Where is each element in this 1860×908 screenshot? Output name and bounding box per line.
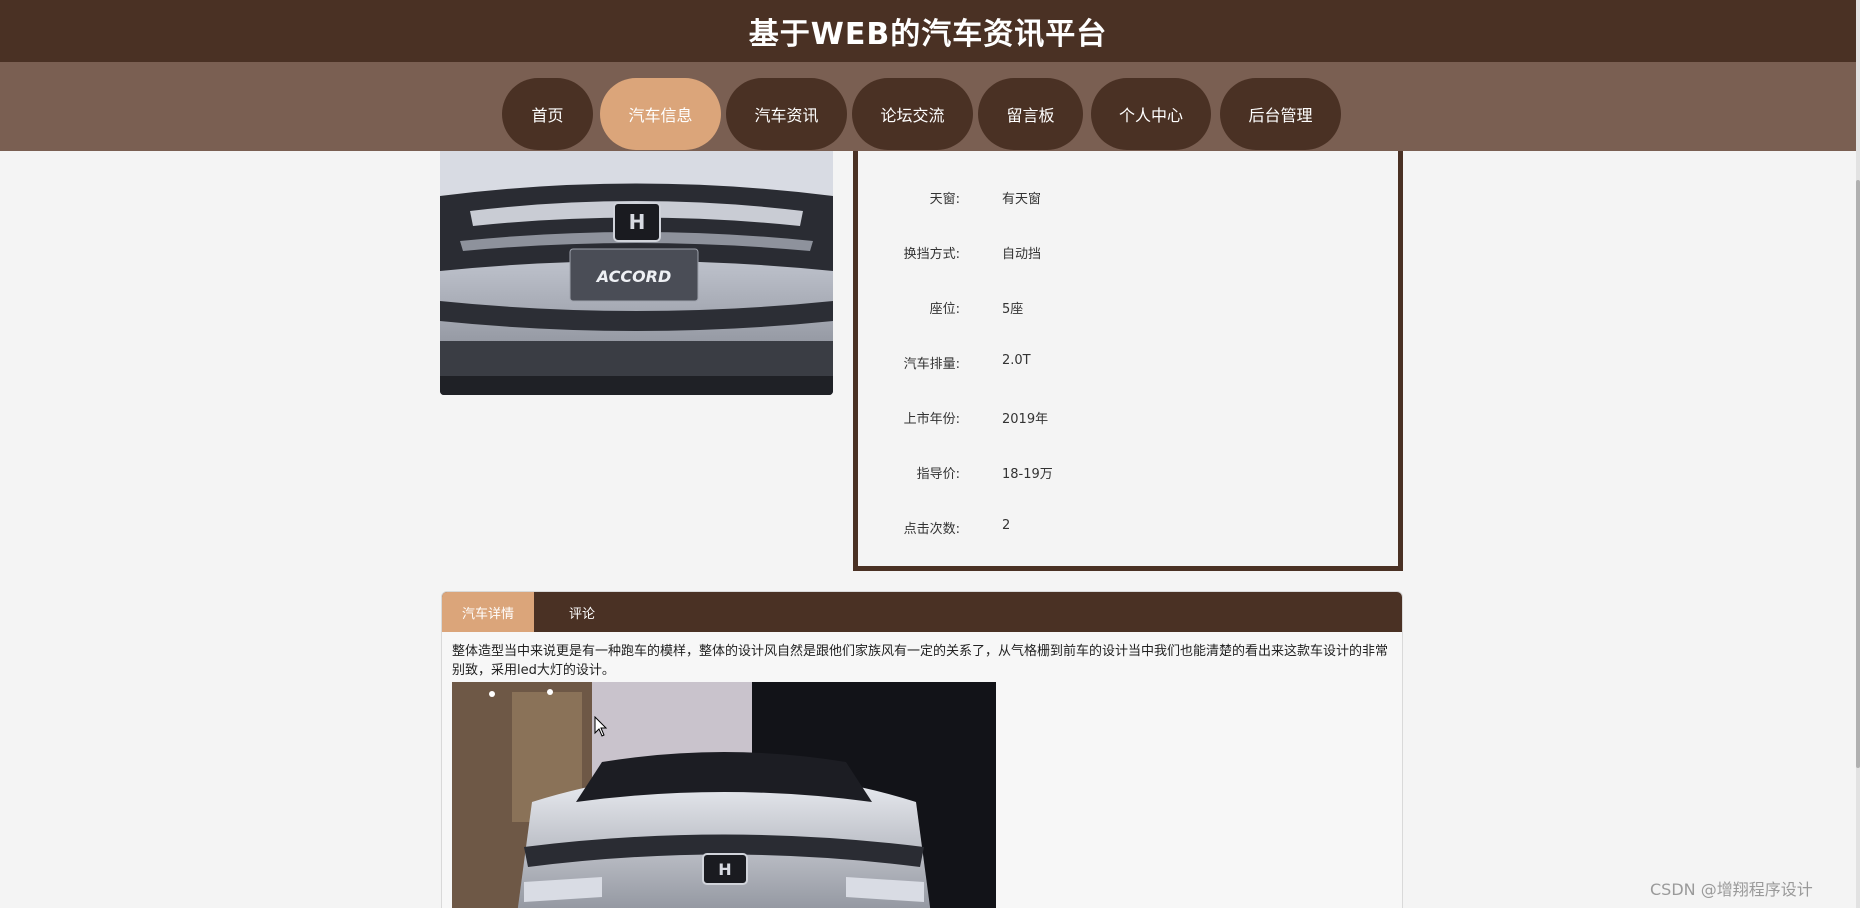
spec-row-sunroof: 天窗: 有天窗: [858, 188, 1398, 210]
nav-item-personal-center[interactable]: 个人中心: [1091, 78, 1211, 150]
spec-label: 汽车排量:: [903, 357, 960, 372]
nav-item-car-news[interactable]: 汽车资讯: [726, 78, 847, 150]
tab-comments[interactable]: 评论: [534, 592, 630, 632]
spec-label: 换挡方式:: [903, 247, 960, 262]
spec-label: 点击次数:: [903, 522, 960, 537]
spec-row-displacement: 汽车排量: 2.0T: [858, 353, 1398, 375]
car-spec-panel: 天窗: 有天窗 换挡方式: 自动挡 座位: 5座 汽车排量: 2.0T 上市年份…: [853, 151, 1403, 571]
car-detail-card: 汽车详情 评论 整体造型当中来说更是有一种跑车的模样，整体的设计风自然是跟他们家…: [441, 591, 1403, 908]
tab-car-details[interactable]: 汽车详情: [442, 592, 534, 632]
spec-row-transmission: 换挡方式: 自动挡: [858, 243, 1398, 265]
spec-label: 座位:: [929, 302, 960, 317]
spec-value: 2.0T: [1002, 353, 1031, 368]
spec-row-click-count: 点击次数: 2: [858, 518, 1398, 540]
nav-item-message-board[interactable]: 留言板: [978, 78, 1083, 150]
spec-value: 18-19万: [1002, 467, 1053, 482]
spec-row-release-year: 上市年份: 2019年: [858, 408, 1398, 430]
spec-label: 天窗:: [929, 192, 960, 207]
spec-label: 上市年份:: [903, 412, 960, 427]
spec-value: 2019年: [1002, 412, 1049, 427]
nav-item-home[interactable]: 首页: [502, 78, 593, 150]
car-badge: ACCORD: [595, 267, 672, 286]
svg-text:H: H: [718, 860, 731, 879]
mouse-cursor-icon: [594, 716, 608, 737]
site-title: 基于WEB的汽车资讯平台: [748, 17, 1108, 52]
spec-row-seats: 座位: 5座: [858, 298, 1398, 320]
page-scrollbar-thumb[interactable]: [1856, 180, 1860, 768]
watermark: CSDN @增翔程序设计: [1650, 880, 1813, 899]
spec-value: 2: [1002, 518, 1011, 533]
car-main-photo: H ACCORD: [440, 151, 833, 395]
car-detail-photo: H: [452, 682, 996, 908]
car-detail-text: 整体造型当中来说更是有一种跑车的模样，整体的设计风自然是跟他们家族风有一定的关系…: [452, 644, 1389, 678]
spec-value: 5座: [1002, 302, 1024, 317]
spec-label: 指导价:: [916, 467, 960, 482]
main-nav: 首页 汽车信息 汽车资讯 论坛交流 留言板 个人中心 后台管理: [0, 62, 1856, 151]
spec-value: 自动挡: [1002, 247, 1042, 262]
nav-item-forum[interactable]: 论坛交流: [852, 78, 973, 150]
spec-value: 有天窗: [1002, 192, 1042, 207]
svg-text:H: H: [629, 210, 646, 234]
spec-row-price: 指导价: 18-19万: [858, 463, 1398, 485]
detail-tab-strip: 汽车详情 评论: [442, 592, 1402, 632]
nav-item-car-info[interactable]: 汽车信息: [600, 78, 721, 150]
nav-item-admin[interactable]: 后台管理: [1220, 78, 1341, 150]
site-header: 基于WEB的汽车资讯平台: [0, 0, 1856, 62]
